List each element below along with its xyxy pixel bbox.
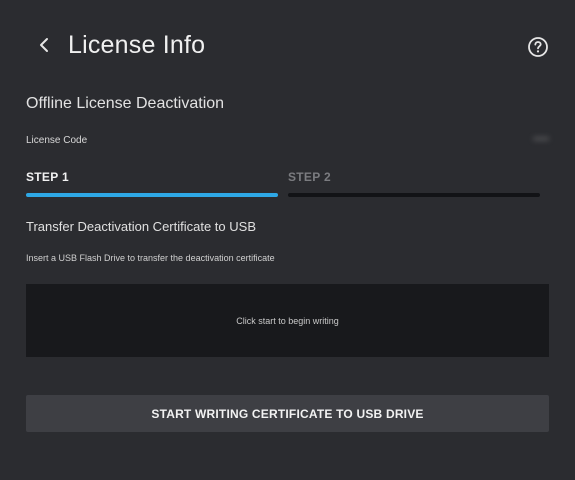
back-button[interactable] bbox=[36, 36, 54, 54]
transfer-description: Insert a USB Flash Drive to transfer the… bbox=[26, 253, 275, 263]
chevron-left-icon bbox=[40, 38, 48, 52]
step-2-progress-bar bbox=[288, 193, 540, 197]
header: License Info bbox=[26, 28, 549, 68]
write-status-message: Click start to begin writing bbox=[236, 315, 339, 326]
step-1-label: STEP 1 bbox=[26, 170, 69, 184]
section-title: Offline License Deactivation bbox=[26, 95, 225, 112]
step-2-tab[interactable]: STEP 2 bbox=[288, 170, 540, 200]
transfer-title: Transfer Deactivation Certificate to USB bbox=[26, 219, 256, 234]
license-code-value: ••••• bbox=[533, 134, 549, 144]
license-info-page: License Info Offline License Deactivatio… bbox=[0, 0, 575, 480]
step-1-tab[interactable]: STEP 1 bbox=[26, 170, 278, 200]
help-button[interactable] bbox=[527, 36, 549, 58]
question-circle-icon bbox=[528, 37, 548, 57]
page-title: License Info bbox=[68, 31, 206, 59]
step-1-progress-bar bbox=[26, 193, 278, 197]
step-tabs: STEP 1 STEP 2 bbox=[26, 170, 540, 200]
step-2-label: STEP 2 bbox=[288, 170, 331, 184]
start-writing-button[interactable]: START WRITING CERTIFICATE TO USB DRIVE bbox=[26, 395, 549, 432]
license-code-label: License Code bbox=[26, 135, 88, 146]
write-status-panel: Click start to begin writing bbox=[26, 284, 549, 357]
